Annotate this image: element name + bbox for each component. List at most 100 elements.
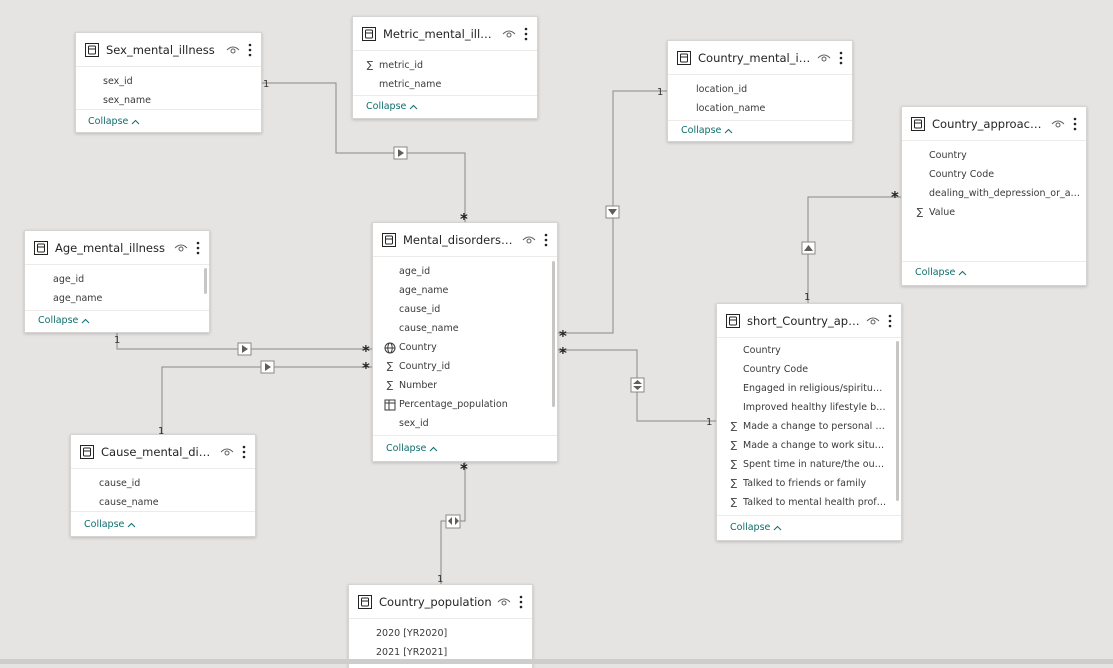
field-row[interactable]: cause_id: [373, 300, 557, 319]
eye-icon[interactable]: [497, 597, 511, 607]
field-row[interactable]: Improved healthy lifestyle beha...: [717, 398, 901, 417]
field-name: sex_name: [103, 95, 151, 106]
table-header[interactable]: Sex_mental_illness: [76, 33, 261, 67]
table-icon: [382, 232, 396, 247]
card-one-age: 1: [114, 335, 120, 346]
table-header[interactable]: short_Country_appro...: [717, 304, 901, 338]
field-name: cause_id: [99, 478, 141, 489]
field-name: cause_name: [99, 497, 159, 508]
field-row[interactable]: ∑ metric_id: [353, 56, 537, 75]
collapse-label: Collapse: [38, 315, 79, 326]
table-header[interactable]: Metric_mental_illness: [353, 17, 537, 51]
field-row[interactable]: Country: [717, 341, 901, 360]
table-header[interactable]: Age_mental_illness: [25, 231, 209, 265]
eye-icon[interactable]: [522, 235, 536, 245]
more-options-icon[interactable]: [247, 43, 253, 57]
more-options-icon[interactable]: [887, 314, 893, 328]
field-name: metric_id: [379, 60, 424, 71]
collapse-button[interactable]: Collapse: [84, 519, 136, 530]
field-row[interactable]: age_name: [373, 281, 557, 300]
field-row[interactable]: sex_id: [373, 414, 557, 433]
field-name: Made a change to work situation: [743, 440, 887, 451]
eye-icon[interactable]: [174, 243, 188, 253]
more-options-icon[interactable]: [523, 27, 529, 41]
field-row[interactable]: ∑ Talked to friends or family: [717, 474, 901, 493]
eye-icon[interactable]: [502, 29, 516, 39]
field-row[interactable]: metric_name: [353, 75, 537, 94]
field-row[interactable]: location_id: [668, 80, 852, 99]
table-header[interactable]: Country_mental_illness: [668, 41, 852, 75]
field-row[interactable]: dealing_with_depression_or_anx...: [902, 184, 1086, 203]
table-card-cause[interactable]: Cause_mental_disorder cause_id cause_nam…: [70, 434, 256, 537]
table-header[interactable]: Mental_disorders_val...: [373, 223, 557, 257]
field-row[interactable]: cause_id: [71, 474, 255, 493]
more-options-icon[interactable]: [838, 51, 844, 65]
table-card-age[interactable]: Age_mental_illness age_id age_name Colla…: [24, 230, 210, 333]
scrollbar[interactable]: [204, 268, 207, 294]
collapse-label: Collapse: [84, 519, 125, 530]
field-row[interactable]: 2020 [YR2020]: [349, 624, 532, 643]
field-row[interactable]: cause_name: [373, 319, 557, 338]
collapse-button[interactable]: Collapse: [681, 125, 733, 136]
more-options-icon[interactable]: [518, 595, 524, 609]
collapse-button[interactable]: Collapse: [730, 522, 782, 533]
field-row[interactable]: location_name: [668, 99, 852, 118]
table-card-population[interactable]: Country_population 2020 [YR2020] 2021 [Y…: [348, 584, 533, 668]
table-header[interactable]: Country_population: [349, 585, 532, 619]
chevron-up-icon: [132, 119, 140, 124]
field-row[interactable]: sex_id: [76, 72, 261, 91]
field-row[interactable]: ∑ Country_id: [373, 357, 557, 376]
table-card-metric[interactable]: Metric_mental_illness ∑ metric_id metric_…: [352, 16, 538, 119]
card-many-main-left1: *: [362, 342, 370, 360]
field-row[interactable]: Country Code: [717, 360, 901, 379]
eye-icon[interactable]: [1051, 119, 1065, 129]
field-row[interactable]: ∑ Made a change to work situation: [717, 436, 901, 455]
field-row[interactable]: ∑ Number: [373, 376, 557, 395]
scrollbar[interactable]: [896, 341, 899, 501]
field-list: Country Country Code Engaged in religiou…: [717, 338, 901, 512]
field-row[interactable]: Country Code: [902, 165, 1086, 184]
field-row[interactable]: Percentage_population: [373, 395, 557, 414]
field-name: metric_name: [379, 79, 442, 90]
table-card-sex[interactable]: Sex_mental_illness sex_id sex_name Colla…: [75, 32, 262, 133]
field-name: 2020 [YR2020]: [376, 628, 448, 639]
field-row[interactable]: sex_name: [76, 91, 261, 110]
more-options-icon[interactable]: [1072, 117, 1078, 131]
model-canvas[interactable]: 1 * 1 * 1 * 1 * * 1 * 1 * 1 Sex_mental_i…: [0, 0, 1113, 668]
table-header[interactable]: Country_approach_de...: [902, 107, 1086, 141]
table-header[interactable]: Cause_mental_disorder: [71, 435, 255, 469]
field-row[interactable]: ∑ Made a change to personal rel...: [717, 417, 901, 436]
scrollbar[interactable]: [552, 261, 555, 407]
table-card-main[interactable]: Mental_disorders_val... age_id age_name …: [372, 222, 558, 462]
field-row[interactable]: ∑ Spent time in nature/the outdo...: [717, 455, 901, 474]
collapse-button[interactable]: Collapse: [88, 116, 140, 127]
table-card-short[interactable]: short_Country_appro... Country Country C…: [716, 303, 902, 541]
table-card-approach[interactable]: Country_approach_de... Country Country C…: [901, 106, 1087, 286]
collapse-button[interactable]: Collapse: [366, 101, 418, 112]
field-row[interactable]: Country: [902, 146, 1086, 165]
more-options-icon[interactable]: [241, 445, 247, 459]
field-row[interactable]: age_id: [373, 262, 557, 281]
table-title: Sex_mental_illness: [106, 42, 215, 57]
field-row[interactable]: ∑ Talked to mental health profess...: [717, 493, 901, 512]
more-options-icon[interactable]: [543, 233, 549, 247]
field-row[interactable]: Engaged in religious/spiritual a...: [717, 379, 901, 398]
field-row[interactable]: cause_name: [71, 493, 255, 512]
table-card-country[interactable]: Country_mental_illness location_id locat…: [667, 40, 853, 142]
field-name: Country Code: [929, 169, 995, 180]
chevron-up-icon: [959, 270, 967, 275]
eye-icon[interactable]: [866, 316, 880, 326]
eye-icon[interactable]: [220, 447, 234, 457]
collapse-button[interactable]: Collapse: [38, 315, 90, 326]
field-row[interactable]: Country: [373, 338, 557, 357]
field-row[interactable]: age_id: [25, 270, 209, 289]
more-options-icon[interactable]: [195, 241, 201, 255]
field-row[interactable]: age_name: [25, 289, 209, 308]
field-name: dealing_with_depression_or_anx...: [929, 188, 1086, 199]
collapse-button[interactable]: Collapse: [915, 267, 967, 278]
field-row[interactable]: ∑ Value: [902, 203, 1086, 222]
bottom-scroll-edge: [0, 659, 1113, 664]
eye-icon[interactable]: [817, 53, 831, 63]
collapse-button[interactable]: Collapse: [386, 443, 438, 454]
eye-icon[interactable]: [226, 45, 240, 55]
